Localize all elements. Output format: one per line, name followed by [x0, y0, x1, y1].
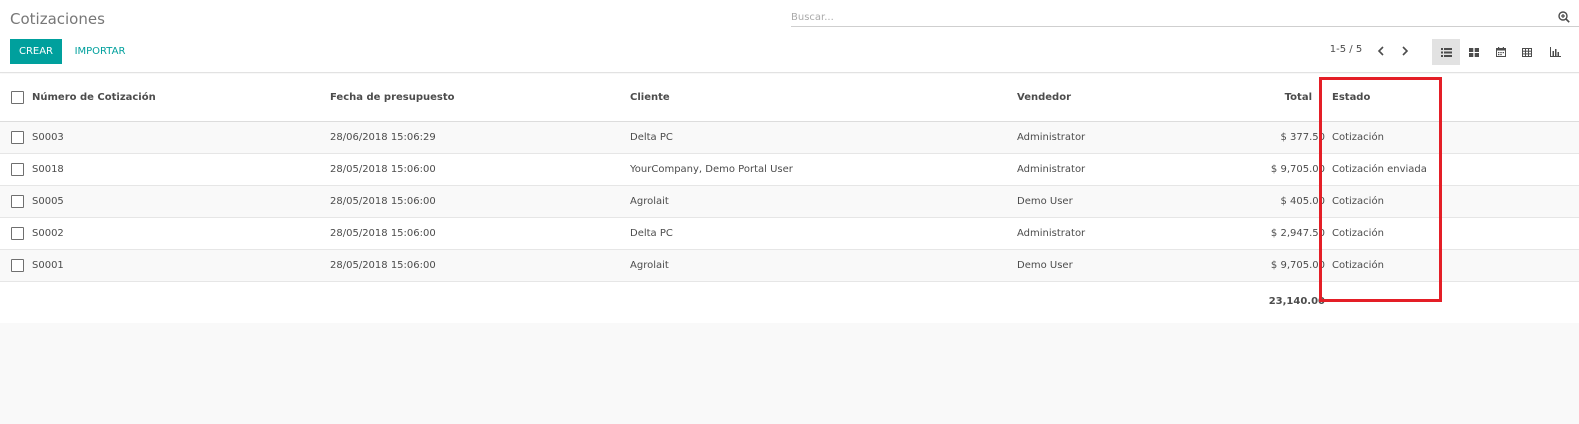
footer-total: 23,140.00 — [1268, 296, 1325, 307]
list-icon — [1440, 47, 1452, 57]
pager-previous-button[interactable] — [1373, 43, 1389, 59]
cell-customer: Delta PC — [630, 228, 673, 239]
column-header-salesperson[interactable]: Vendedor — [1017, 92, 1071, 103]
search-plus-icon[interactable] — [1558, 11, 1570, 23]
cell-date: 28/05/2018 15:06:00 — [330, 260, 436, 271]
chevron-left-icon — [1377, 46, 1384, 56]
cell-number: S0003 — [32, 132, 64, 143]
column-header-customer[interactable]: Cliente — [630, 92, 670, 103]
cell-salesperson: Administrator — [1017, 164, 1086, 175]
chevron-right-icon — [1402, 46, 1409, 56]
row-checkbox[interactable] — [11, 227, 24, 240]
pager-value[interactable]: 1-5 / 5 — [1322, 44, 1370, 58]
view-pivot-button[interactable] — [1513, 39, 1541, 65]
cell-customer: Delta PC — [630, 132, 673, 143]
cell-salesperson: Administrator — [1017, 132, 1086, 143]
select-all-checkbox[interactable] — [11, 91, 24, 104]
quotations-table: Número de Cotización Fecha de presupuest… — [0, 74, 1579, 323]
bar-chart-icon — [1549, 47, 1561, 57]
cell-status: Cotización — [1332, 260, 1384, 271]
row-checkbox[interactable] — [11, 195, 24, 208]
table-header: Número de Cotización Fecha de presupuest… — [0, 74, 1579, 122]
column-header-date[interactable]: Fecha de presupuesto — [330, 92, 455, 103]
cell-date: 28/06/2018 15:06:29 — [330, 132, 436, 143]
view-graph-button[interactable] — [1541, 39, 1569, 65]
row-checkbox[interactable] — [11, 163, 24, 176]
cell-salesperson: Demo User — [1017, 260, 1073, 271]
create-button[interactable]: CREAR — [10, 39, 62, 64]
column-header-number[interactable]: Número de Cotización — [32, 92, 156, 103]
cell-customer: YourCompany, Demo Portal User — [630, 164, 793, 175]
cell-date: 28/05/2018 15:06:00 — [330, 228, 436, 239]
table-row[interactable]: S0018 28/05/2018 15:06:00 YourCompany, D… — [0, 154, 1579, 186]
cell-total: $ 9,705.00 — [1270, 260, 1325, 271]
cell-status: Cotización — [1332, 196, 1384, 207]
cell-customer: Agrolait — [630, 196, 669, 207]
cell-status: Cotización enviada — [1332, 164, 1427, 175]
cell-status: Cotización — [1332, 228, 1384, 239]
cell-date: 28/05/2018 15:06:00 — [330, 196, 436, 207]
cell-total: $ 2,947.50 — [1270, 228, 1325, 239]
cell-status: Cotización — [1332, 132, 1384, 143]
cell-total: $ 9,705.00 — [1270, 164, 1325, 175]
row-checkbox[interactable] — [11, 259, 24, 272]
cell-total: $ 377.50 — [1280, 132, 1325, 143]
column-header-status[interactable]: Estado — [1332, 92, 1370, 103]
kanban-icon — [1469, 47, 1479, 57]
column-header-total[interactable]: Total — [1270, 92, 1312, 103]
view-list-button[interactable] — [1432, 39, 1460, 65]
cell-number: S0018 — [32, 164, 64, 175]
search-box — [791, 8, 1579, 27]
calendar-icon — [1496, 47, 1506, 57]
view-kanban-button[interactable] — [1460, 39, 1488, 65]
cell-number: S0001 — [32, 260, 64, 271]
table-row[interactable]: S0001 28/05/2018 15:06:00 Agrolait Demo … — [0, 250, 1579, 282]
cell-date: 28/05/2018 15:06:00 — [330, 164, 436, 175]
import-button[interactable]: IMPORTAR — [68, 39, 132, 64]
table-row[interactable]: S0005 28/05/2018 15:06:00 Agrolait Demo … — [0, 186, 1579, 218]
cell-number: S0002 — [32, 228, 64, 239]
pivot-table-icon — [1522, 47, 1532, 57]
control-panel: Cotizaciones CREAR IMPORTAR 1-5 / 5 — [0, 0, 1579, 73]
cell-customer: Agrolait — [630, 260, 669, 271]
cell-salesperson: Administrator — [1017, 228, 1086, 239]
pager-next-button[interactable] — [1397, 43, 1413, 59]
page-title: Cotizaciones — [10, 10, 105, 28]
cell-total: $ 405.00 — [1280, 196, 1325, 207]
cell-salesperson: Demo User — [1017, 196, 1073, 207]
row-checkbox[interactable] — [11, 131, 24, 144]
search-input[interactable] — [791, 8, 1551, 26]
table-row[interactable]: S0002 28/05/2018 15:06:00 Delta PC Admin… — [0, 218, 1579, 250]
view-calendar-button[interactable] — [1487, 39, 1515, 65]
cell-number: S0005 — [32, 196, 64, 207]
table-row[interactable]: S0003 28/06/2018 15:06:29 Delta PC Admin… — [0, 122, 1579, 154]
